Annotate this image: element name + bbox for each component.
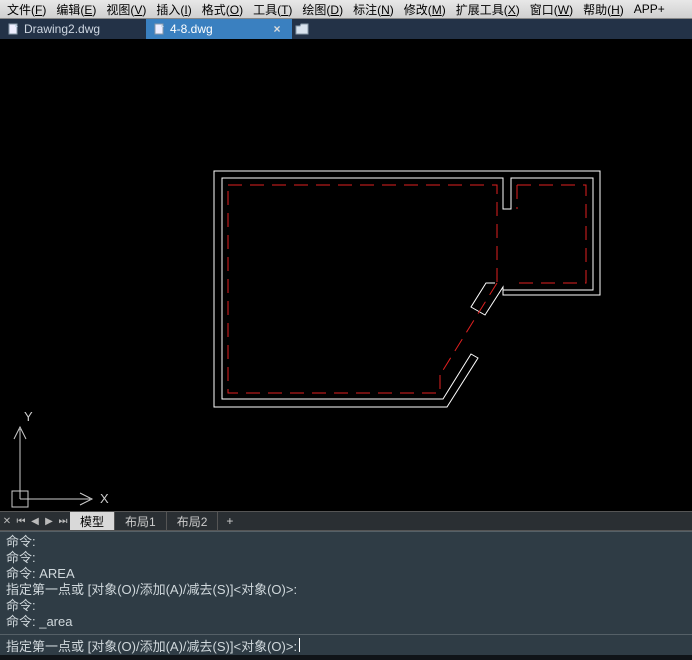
add-layout-button[interactable]: + [218, 513, 241, 529]
new-document-button[interactable] [292, 19, 312, 39]
drawing-canvas[interactable]: Y X [0, 39, 692, 511]
menu-APP+[interactable]: APP+ [629, 1, 670, 17]
menu-X[interactable]: 扩展工具(X) [451, 0, 525, 19]
folder-icon [295, 22, 309, 36]
menu-E[interactable]: 编辑(E) [51, 0, 101, 19]
status-bar [0, 655, 692, 660]
document-tab-label: 4-8.dwg [170, 22, 213, 36]
file-icon [8, 23, 20, 35]
file-icon [154, 23, 166, 35]
menu-M[interactable]: 修改(M) [399, 0, 451, 19]
command-prompt: 指定第一点或 [对象(O)/添加(A)/减去(S)]<对象(O)>: [6, 636, 297, 655]
menu-F[interactable]: 文件(F) [2, 0, 51, 19]
document-tab-0[interactable]: Drawing2.dwg [0, 19, 146, 39]
document-tab-1[interactable]: 4-8.dwg × [146, 19, 292, 39]
command-line[interactable]: 指定第一点或 [对象(O)/添加(A)/减去(S)]<对象(O)>: [0, 634, 692, 655]
menu-O[interactable]: 格式(O) [197, 0, 248, 19]
menu-H[interactable]: 帮助(H) [578, 0, 629, 19]
menu-N[interactable]: 标注(N) [348, 0, 399, 19]
command-history[interactable]: 命令: 命令: 命令: AREA 指定第一点或 [对象(O)/添加(A)/减去(… [0, 531, 692, 634]
close-tab-icon[interactable]: × [270, 22, 284, 36]
menu-D[interactable]: 绘图(D) [297, 0, 348, 19]
menu-V[interactable]: 视图(V) [101, 0, 151, 19]
document-tab-label: Drawing2.dwg [24, 22, 100, 36]
menu-W[interactable]: 窗口(W) [525, 0, 578, 19]
text-cursor [299, 638, 300, 652]
axis-y-label: Y [24, 409, 33, 424]
layout-tab-1[interactable]: 布局1 [115, 512, 167, 530]
ucs-icon: Y X [6, 389, 116, 519]
menu-T[interactable]: 工具(T) [248, 0, 297, 19]
document-tab-bar: Drawing2.dwg 4-8.dwg × [0, 19, 692, 39]
axis-x-label: X [100, 491, 109, 506]
menu-bar: 文件(F)编辑(E)视图(V)插入(I)格式(O)工具(T)绘图(D)标注(N)… [0, 0, 692, 19]
menu-I[interactable]: 插入(I) [151, 0, 196, 19]
layout-tab-2[interactable]: 布局2 [167, 512, 219, 530]
